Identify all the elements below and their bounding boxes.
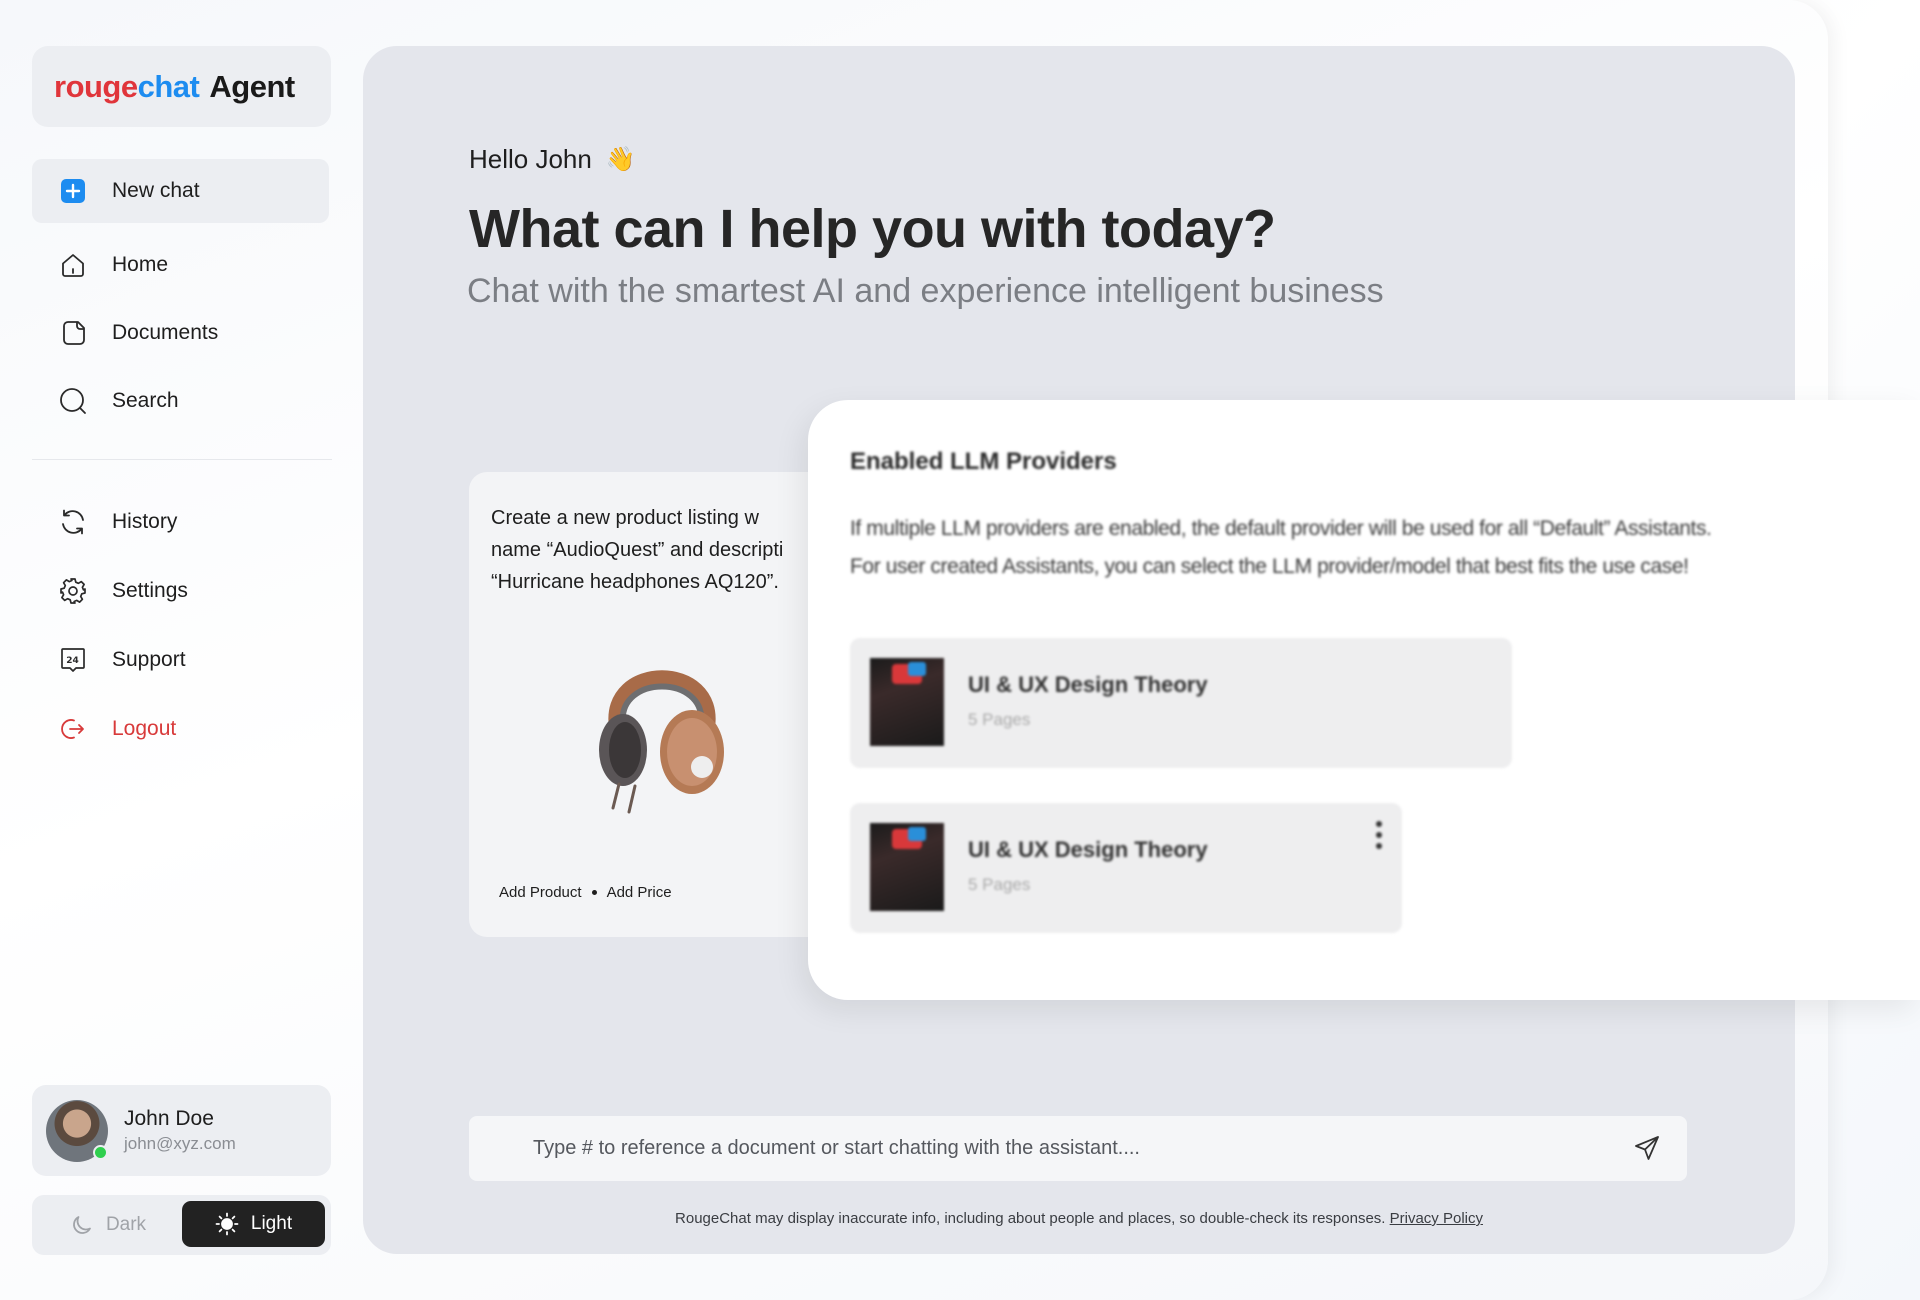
document-thumbnail bbox=[870, 823, 944, 911]
home-icon bbox=[58, 250, 88, 280]
llm-providers-panel: Enabled LLM Providers If multiple LLM pr… bbox=[808, 400, 1920, 1000]
sun-icon bbox=[215, 1212, 239, 1236]
svg-text:24: 24 bbox=[66, 656, 79, 666]
greeting-text: Hello John bbox=[469, 144, 592, 174]
dark-theme-button[interactable]: Dark bbox=[38, 1201, 178, 1249]
sidebar-item-label: Support bbox=[112, 648, 186, 671]
privacy-policy-link[interactable]: Privacy Policy bbox=[1390, 1210, 1483, 1227]
logo-agent: Agent bbox=[209, 68, 295, 104]
dark-theme-label: Dark bbox=[105, 1214, 147, 1235]
profile-name: John Doe bbox=[124, 1107, 214, 1130]
more-options-icon[interactable] bbox=[1376, 821, 1382, 849]
prompt-text: Create a new product listing w name “Aud… bbox=[491, 502, 831, 598]
document-card[interactable]: UI & UX Design Theory 5 Pages bbox=[850, 803, 1402, 933]
add-product-link[interactable]: Add Product bbox=[499, 884, 582, 901]
document-icon bbox=[58, 318, 88, 348]
chat-input[interactable]: Type # to reference a document or start … bbox=[469, 1116, 1687, 1181]
llm-panel-description: If multiple LLM providers are enabled, t… bbox=[850, 510, 1900, 586]
document-card[interactable]: UI & UX Design Theory 5 Pages bbox=[850, 638, 1512, 768]
plus-square-icon bbox=[58, 176, 88, 206]
send-icon[interactable] bbox=[1633, 1134, 1661, 1168]
sidebar-item-label: Settings bbox=[112, 579, 188, 602]
online-status-dot bbox=[93, 1144, 108, 1160]
llm-panel-content: Enabled LLM Providers If multiple LLM pr… bbox=[808, 400, 1920, 1000]
sidebar-item-label: History bbox=[112, 510, 178, 533]
new-chat-label: New chat bbox=[112, 179, 200, 202]
disclaimer: RougeChat may display inaccurate info, i… bbox=[363, 1210, 1795, 1227]
llm-desc-line: If multiple LLM providers are enabled, t… bbox=[850, 517, 1712, 540]
sidebar-item-label: Search bbox=[112, 389, 179, 412]
logout-icon bbox=[58, 714, 88, 744]
greeting: Hello John 👋 bbox=[469, 144, 636, 175]
profile-email: john@xyz.com bbox=[124, 1134, 236, 1153]
light-theme-button[interactable]: Light bbox=[182, 1201, 325, 1247]
document-pages: 5 Pages bbox=[968, 710, 1031, 729]
support-24-icon: 24 bbox=[58, 645, 88, 675]
light-theme-label: Light bbox=[250, 1213, 293, 1234]
sidebar-item-history[interactable]: History bbox=[32, 490, 329, 554]
brand-logo[interactable]: rouge chat Agent bbox=[32, 46, 331, 127]
prompt-line: Create a new product listing w bbox=[491, 507, 759, 529]
wave-emoji-icon: 👋 bbox=[605, 146, 636, 173]
logout-label: Logout bbox=[112, 717, 177, 740]
sidebar-item-search[interactable]: Search bbox=[32, 369, 329, 433]
sidebar-item-label: Home bbox=[112, 253, 169, 276]
add-price-link[interactable]: Add Price bbox=[607, 884, 672, 901]
document-title: UI & UX Design Theory bbox=[968, 672, 1208, 697]
user-profile-card[interactable]: John Doe john@xyz.com bbox=[32, 1085, 331, 1176]
llm-desc-line: For user created Assistants, you can sel… bbox=[850, 555, 1689, 578]
sidebar-item-documents[interactable]: Documents bbox=[32, 301, 329, 365]
prompt-line: name “AudioQuest” and descripti bbox=[491, 539, 784, 561]
sidebar-item-support[interactable]: 24 Support bbox=[32, 628, 329, 692]
new-chat-button[interactable]: New chat bbox=[32, 159, 329, 223]
page-title: What can I help you with today? bbox=[469, 199, 1276, 259]
document-pages: 5 Pages bbox=[968, 875, 1031, 894]
search-icon bbox=[58, 386, 88, 416]
chat-input-placeholder: Type # to reference a document or start … bbox=[533, 1137, 1140, 1159]
theme-toggle: Dark Light bbox=[32, 1195, 331, 1255]
llm-panel-title: Enabled LLM Providers bbox=[850, 448, 1117, 475]
page-subtitle: Chat with the smartest AI and experience… bbox=[467, 272, 1384, 310]
document-thumbnail bbox=[870, 658, 944, 746]
refresh-icon bbox=[58, 507, 88, 537]
prompt-line: “Hurricane headphones AQ120”. bbox=[491, 571, 779, 593]
sidebar-divider bbox=[32, 459, 332, 460]
avatar bbox=[46, 1099, 108, 1162]
logout-button[interactable]: Logout bbox=[32, 697, 329, 761]
separator-dot bbox=[591, 890, 597, 895]
sidebar-item-label: Documents bbox=[112, 321, 219, 344]
logo-chat: chat bbox=[137, 68, 200, 104]
document-title: UI & UX Design Theory bbox=[968, 837, 1208, 862]
moon-icon bbox=[70, 1213, 94, 1237]
gear-icon bbox=[58, 576, 88, 606]
disclaimer-text: RougeChat may display inaccurate info, i… bbox=[675, 1210, 1390, 1227]
sidebar-item-settings[interactable]: Settings bbox=[32, 559, 329, 623]
logo-rouge: rouge bbox=[54, 68, 138, 104]
prompt-actions: Add Product Add Price bbox=[499, 884, 672, 901]
sidebar-item-home[interactable]: Home bbox=[32, 233, 329, 297]
headphones-image bbox=[587, 632, 737, 817]
sidebar: rouge chat Agent New chat Home Documents S bbox=[0, 0, 362, 1300]
